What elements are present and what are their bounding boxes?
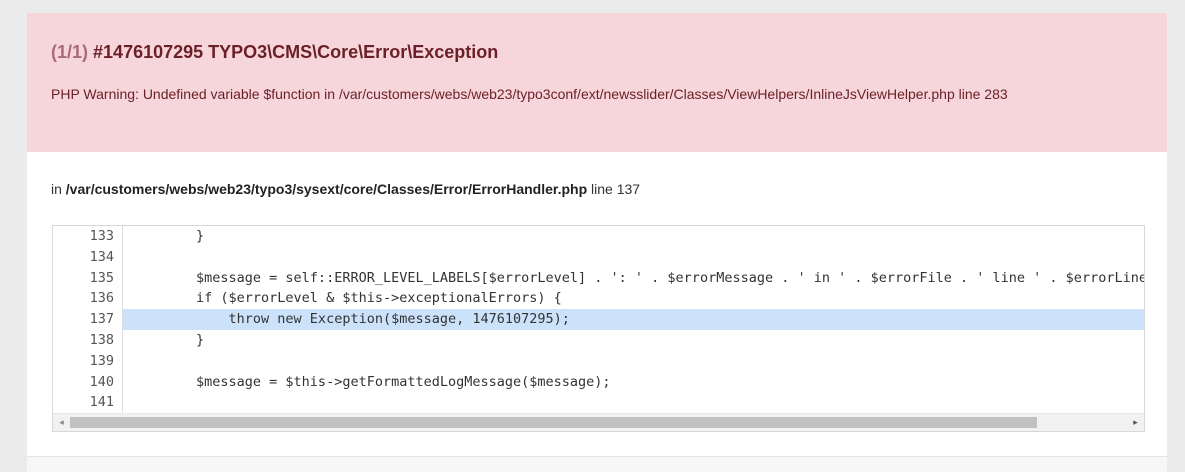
code-text: $message = $this->getFormattedLogMessage… bbox=[131, 373, 611, 390]
location-file: /var/customers/webs/web23/typo3/sysext/c… bbox=[65, 181, 588, 197]
line-number: 138 bbox=[53, 329, 123, 351]
code-line: 137 throw new Exception($message, 147610… bbox=[53, 309, 1144, 330]
code-text: } bbox=[131, 331, 205, 348]
line-number: 133 bbox=[53, 226, 123, 247]
horizontal-scrollbar[interactable]: ◂ ▸ bbox=[53, 413, 1144, 431]
location-prefix: in bbox=[51, 181, 62, 197]
code-text: $message = self::ERROR_LEVEL_LABELS[$err… bbox=[131, 269, 1145, 286]
code-line: 133 } bbox=[53, 226, 1144, 247]
code-line: 134 bbox=[53, 246, 1144, 268]
exception-title: #1476107295 TYPO3\CMS\Core\Error\Excepti… bbox=[93, 42, 499, 62]
scroll-right-icon[interactable]: ▸ bbox=[1127, 414, 1144, 431]
code-text: throw new Exception($message, 1476107295… bbox=[131, 311, 570, 328]
line-number: 141 bbox=[53, 392, 123, 414]
next-section-edge bbox=[27, 456, 1167, 472]
line-number: 140 bbox=[53, 371, 123, 393]
error-count: (1/1) bbox=[51, 42, 89, 62]
location-line: line 137 bbox=[591, 181, 641, 197]
error-message: PHP Warning: Undefined variable $functio… bbox=[51, 86, 1008, 102]
code-lines: 133 } 134 135 $message = self::ERROR_LEVEL… bbox=[53, 226, 1145, 414]
error-title: (1/1) #1476107295 TYPO3\CMS\Core\Error\E… bbox=[51, 41, 1143, 63]
scrollbar-thumb[interactable] bbox=[70, 417, 1037, 428]
code-line: 140 $message = $this->getFormattedLogMes… bbox=[53, 371, 1144, 393]
code-line: 135 $message = self::ERROR_LEVEL_LABELS[… bbox=[53, 267, 1145, 289]
error-location: in /var/customers/webs/web23/typo3/sysex… bbox=[27, 180, 1167, 198]
line-number: 139 bbox=[53, 350, 123, 372]
line-number: 137 bbox=[53, 309, 123, 330]
error-card: (1/1) #1476107295 TYPO3\CMS\Core\Error\E… bbox=[27, 13, 1167, 471]
code-line: 141 bbox=[53, 392, 1144, 414]
line-number: 134 bbox=[53, 246, 123, 268]
error-header: (1/1) #1476107295 TYPO3\CMS\Core\Error\E… bbox=[27, 13, 1167, 152]
code-snippet[interactable]: 133 } 134 135 $message = self::ERROR_LEVEL… bbox=[52, 225, 1145, 432]
line-number: 136 bbox=[53, 288, 123, 310]
code-text: if ($errorLevel & $this->exceptionalErro… bbox=[131, 290, 562, 307]
code-line: 138 } bbox=[53, 329, 1144, 351]
code-line: 136 if ($errorLevel & $this->exceptional… bbox=[53, 288, 1144, 310]
code-line: 139 bbox=[53, 350, 1144, 372]
code-text: } bbox=[131, 228, 205, 244]
scroll-left-icon[interactable]: ◂ bbox=[53, 414, 70, 431]
line-number: 135 bbox=[53, 267, 123, 289]
